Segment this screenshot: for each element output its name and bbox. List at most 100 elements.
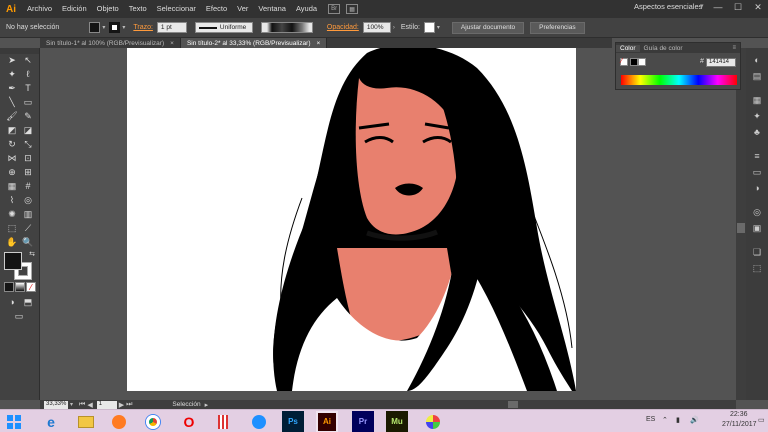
gradient-icon[interactable]: ▭: [751, 166, 763, 178]
menu-archivo[interactable]: Archivo: [22, 0, 57, 18]
chevron-down-icon[interactable]: ▾: [437, 24, 440, 31]
transparency-icon[interactable]: ◑: [751, 182, 763, 194]
symbols-icon[interactable]: ♣: [751, 126, 763, 138]
document-setup-button[interactable]: Ajustar documento: [451, 21, 525, 34]
color-guide-icon[interactable]: ▤: [751, 70, 763, 82]
tab-document-2[interactable]: Sin título-2* al 33,33% (RGB/Previsualiz…: [180, 38, 328, 48]
network-icon[interactable]: ▮: [676, 416, 680, 424]
scale-tool-icon[interactable]: ⤡: [21, 138, 35, 150]
first-artboard-icon[interactable]: ⏮: [79, 401, 85, 409]
clock-date[interactable]: 27/11/2017: [722, 421, 757, 428]
selection-tool-icon[interactable]: ➤: [5, 54, 19, 66]
paint-icon[interactable]: [422, 411, 444, 432]
menu-edicion[interactable]: Edición: [57, 0, 92, 18]
menu-ayuda[interactable]: Ayuda: [291, 0, 322, 18]
mesh-tool-icon[interactable]: #: [21, 180, 35, 192]
opacity-label[interactable]: Opacidad:: [327, 24, 359, 31]
menu-texto[interactable]: Texto: [124, 0, 152, 18]
rectangle-tool-icon[interactable]: ▭: [21, 96, 35, 108]
pen-tool-icon[interactable]: ✒: [5, 82, 19, 94]
internet-explorer-icon[interactable]: e: [40, 411, 62, 432]
scroll-thumb[interactable]: [737, 223, 745, 233]
hand-tool-icon[interactable]: ✋: [5, 236, 19, 248]
layers-icon[interactable]: ❏: [751, 246, 763, 258]
none-swatch[interactable]: ⁄: [620, 58, 628, 66]
scroll-thumb[interactable]: [508, 401, 518, 408]
fill-color-box-front[interactable]: [4, 252, 22, 270]
fill-swatch[interactable]: [89, 22, 101, 33]
app-wave-icon[interactable]: [248, 411, 270, 432]
stroke-profile-dropdown[interactable]: Uniforme: [194, 22, 253, 33]
color-mode-icon[interactable]: [4, 282, 14, 292]
screen-mode-icon[interactable]: ⬒: [21, 296, 35, 308]
line-tool-icon[interactable]: ╲: [5, 96, 19, 108]
hex-input[interactable]: 141414: [706, 58, 736, 67]
maximize-button[interactable]: ☐: [728, 0, 748, 14]
start-button[interactable]: [4, 412, 24, 431]
graphic-styles-icon[interactable]: ▣: [751, 222, 763, 234]
type-tool-icon[interactable]: T: [21, 82, 35, 94]
draw-normal-icon[interactable]: ◑: [5, 296, 19, 308]
swap-colors-icon[interactable]: ⇆: [25, 248, 39, 260]
width-tool-icon[interactable]: ⋈: [5, 152, 19, 164]
close-icon[interactable]: ×: [317, 40, 321, 47]
menu-objeto[interactable]: Objeto: [92, 0, 124, 18]
artboard[interactable]: [127, 48, 576, 391]
paintbrush-tool-icon[interactable]: 🖌: [5, 110, 19, 122]
clock-time[interactable]: 22:36: [730, 411, 748, 418]
chevron-down-icon[interactable]: ▾: [70, 401, 73, 408]
slice-tool-icon[interactable]: ⟋: [21, 222, 35, 234]
stroke-swatch[interactable]: [109, 22, 121, 33]
language-indicator[interactable]: ES: [646, 416, 655, 423]
chevron-right-icon[interactable]: ›: [393, 25, 395, 31]
last-artboard-icon[interactable]: ⏭: [126, 401, 132, 409]
color-spectrum[interactable]: [621, 75, 737, 85]
bridge-icon[interactable]: Br: [328, 4, 341, 14]
zoom-field[interactable]: 33,33%: [44, 400, 68, 409]
rotate-tool-icon[interactable]: ↻: [5, 138, 19, 150]
workspace-switcher[interactable]: Aspectos esenciales: [634, 2, 702, 11]
artboards-icon[interactable]: ⬚: [751, 262, 763, 274]
eyedropper-tool-icon[interactable]: ⌇: [5, 194, 19, 206]
blob-brush-tool-icon[interactable]: ◩: [5, 124, 19, 136]
opacity-field[interactable]: 100%: [362, 22, 391, 33]
artboard-number-field[interactable]: 1: [96, 400, 117, 409]
previous-artboard-icon[interactable]: ◀: [87, 401, 92, 409]
change-screen-mode-icon[interactable]: ▭: [12, 310, 26, 322]
chevron-down-icon[interactable]: ▾: [102, 24, 105, 31]
artboard-tool-icon[interactable]: ⬚: [5, 222, 19, 234]
premiere-icon[interactable]: Pr: [352, 411, 374, 432]
close-icon[interactable]: ×: [170, 40, 174, 47]
menu-seleccionar[interactable]: Seleccionar: [152, 0, 201, 18]
panel-menu-icon[interactable]: ≡: [732, 45, 736, 51]
chevron-right-icon[interactable]: ▸: [205, 401, 209, 409]
chevron-up-icon[interactable]: ⌃: [662, 416, 668, 424]
stroke-weight-field[interactable]: 1 pt: [156, 22, 187, 33]
free-transform-tool-icon[interactable]: ⊡: [21, 152, 35, 164]
menu-efecto[interactable]: Efecto: [201, 0, 232, 18]
live-paint-tool-icon[interactable]: ⊞: [21, 166, 35, 178]
graphic-style-swatch[interactable]: [423, 22, 435, 33]
eraser-tool-icon[interactable]: ◪: [21, 124, 35, 136]
stroke-label[interactable]: Trazo:: [133, 24, 153, 31]
symbol-sprayer-tool-icon[interactable]: ✺: [5, 208, 19, 220]
opera-icon[interactable]: O: [178, 411, 200, 432]
next-artboard-icon[interactable]: ▶: [119, 401, 124, 409]
stroke-icon[interactable]: ≡: [751, 150, 763, 162]
lasso-tool-icon[interactable]: ℓ: [21, 68, 35, 80]
photoshop-icon[interactable]: Ps: [282, 411, 304, 432]
chevron-down-icon[interactable]: ▾: [700, 2, 704, 10]
volume-icon[interactable]: 🔊: [690, 416, 699, 424]
appearance-icon[interactable]: ◎: [751, 206, 763, 218]
notifications-icon[interactable]: ▭: [758, 416, 765, 424]
tab-color[interactable]: Color: [616, 44, 640, 52]
none-mode-icon[interactable]: ⁄: [26, 282, 36, 292]
direct-selection-tool-icon[interactable]: ↖: [21, 54, 35, 66]
tab-document-1[interactable]: Sin título-1* al 100% (RGB/Previsualizar…: [40, 38, 181, 48]
column-graph-tool-icon[interactable]: ▥: [21, 208, 35, 220]
gradient-mode-icon[interactable]: [15, 282, 25, 292]
file-explorer-icon[interactable]: [75, 411, 97, 432]
brush-definition-dropdown[interactable]: [260, 22, 313, 33]
menu-ventana[interactable]: Ventana: [253, 0, 291, 18]
blend-tool-icon[interactable]: ◎: [21, 194, 35, 206]
